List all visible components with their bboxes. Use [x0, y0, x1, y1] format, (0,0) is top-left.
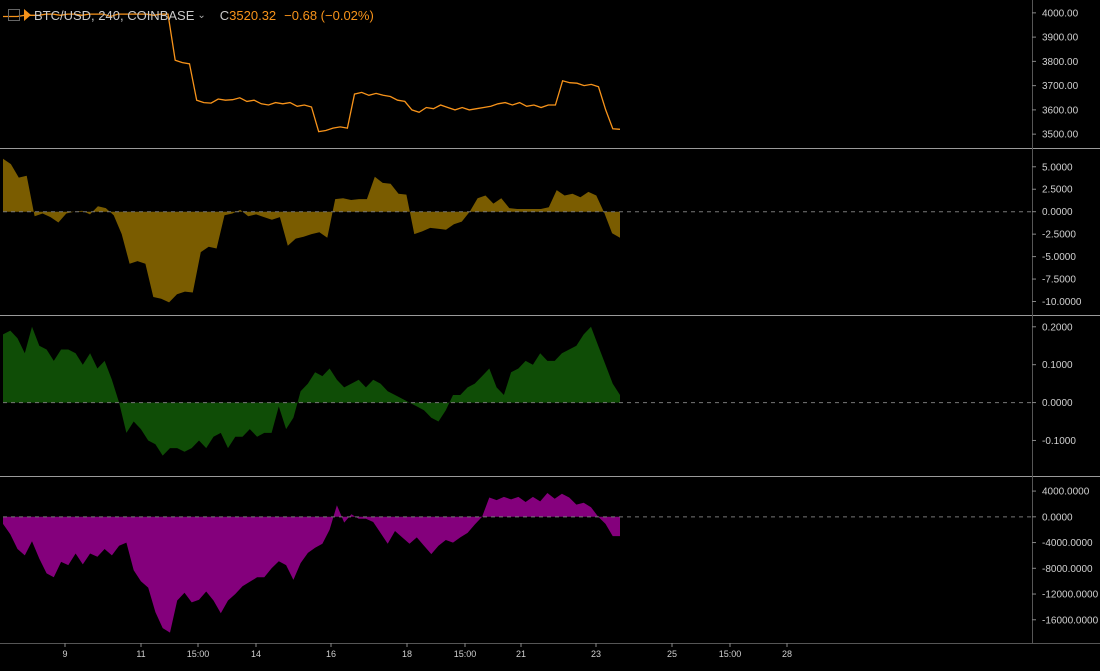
y-tick-label: 3900.00 — [1042, 33, 1079, 44]
x-tick-label: 15:00 — [187, 649, 210, 659]
symbol-label[interactable]: BTC/USD, 240, COINBASE — [34, 8, 194, 23]
indicator-2-area — [3, 326, 620, 456]
indicator-3-area — [3, 493, 620, 633]
chevron-down-icon[interactable]: ⌄ — [197, 10, 205, 21]
price-change: −0.68 (−0.02%) — [284, 7, 374, 23]
indicator-1-area — [3, 158, 620, 303]
y-tick-label: 3800.00 — [1042, 57, 1079, 68]
y-tick-label: 2.5000 — [1042, 185, 1073, 196]
y-tick-label: 5.0000 — [1042, 162, 1073, 173]
y-tick-label: 0.0000 — [1042, 207, 1073, 218]
y-tick-label: -0.1000 — [1042, 436, 1076, 447]
y-tick-label: 0.0000 — [1042, 512, 1073, 523]
x-tick-label: 25 — [667, 649, 677, 659]
y-tick-label: -10.0000 — [1042, 297, 1082, 308]
series-layer — [3, 13, 1032, 633]
y-tick-label: 3600.00 — [1042, 105, 1079, 116]
y-tick-label: 0.1000 — [1042, 360, 1073, 371]
bitcoin-flag-icon — [24, 9, 31, 21]
y-tick-label: -8000.0000 — [1042, 564, 1093, 575]
x-tick-label: 18 — [402, 649, 412, 659]
close-prefix: C — [219, 7, 230, 23]
y-tick-label: -7.5000 — [1042, 275, 1076, 286]
x-tick-label: 23 — [591, 649, 601, 659]
x-tick-label: 28 — [782, 649, 792, 659]
x-tick-label: 16 — [326, 649, 336, 659]
x-tick-label: 11 — [136, 649, 145, 659]
x-tick-label: 15:00 — [719, 649, 742, 659]
price-line — [3, 13, 621, 133]
chart-root: 4000.00 3900.00 3800.00 3700.00 3600.00 3500.… — [0, 0, 1100, 666]
y-tick-label: -2.5000 — [1042, 230, 1076, 241]
x-tick-label: 21 — [516, 649, 526, 659]
y-tick-label: 3700.00 — [1042, 81, 1079, 92]
y-tick-label: -12000.0000 — [1042, 590, 1099, 601]
y-tick-label: -4000.0000 — [1042, 538, 1093, 549]
y-tick-label: 0.0000 — [1042, 398, 1073, 409]
y-tick-label: 3500.00 — [1042, 130, 1079, 141]
x-tick-label: 9 — [62, 649, 67, 659]
y-tick-label: 4000.0000 — [1042, 487, 1090, 498]
y-tick-label: -5.0000 — [1042, 252, 1076, 263]
x-tick-label: 15:00 — [454, 649, 477, 659]
y-tick-label: -16000.0000 — [1042, 615, 1099, 626]
y-tick-label: 4000.00 — [1042, 8, 1079, 19]
close-value: 3520.32 — [229, 7, 277, 23]
collapse-icon[interactable] — [8, 9, 20, 21]
symbol-header[interactable]: BTC/USD, 240, COINBASE ⌄ C 3520.32 −0.68… — [8, 6, 374, 24]
y-tick-label: 0.2000 — [1042, 322, 1073, 333]
x-tick-label: 14 — [251, 649, 261, 659]
chart-canvas[interactable]: 4000.00 3900.00 3800.00 3700.00 3600.00 3500.… — [0, 0, 1100, 666]
